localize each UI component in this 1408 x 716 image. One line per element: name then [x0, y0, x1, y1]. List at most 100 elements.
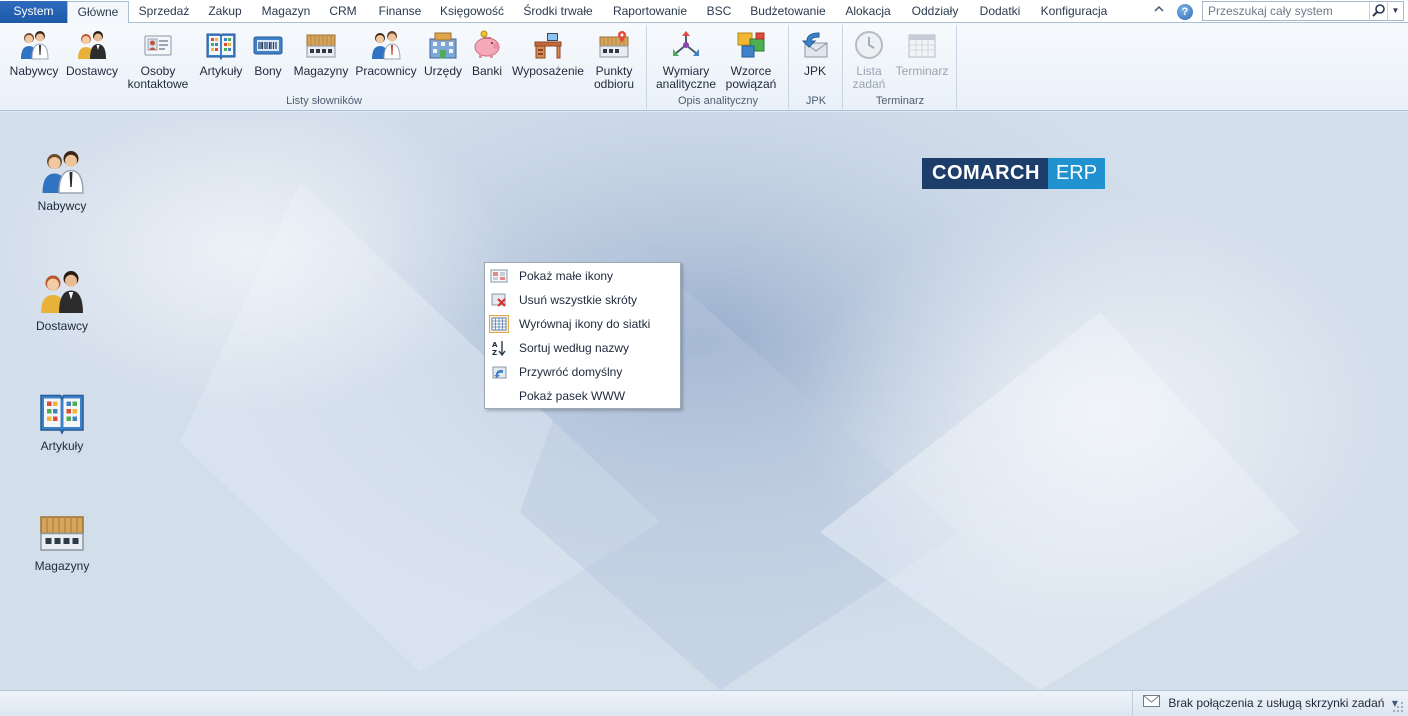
- menu-item-pokaz-pasek-www[interactable]: Pokaż pasek WWW: [485, 384, 680, 408]
- menu-item-przywroc-domyslny[interactable]: Przywróć domyślny: [485, 360, 680, 384]
- ribbon-button-label: Wymiary analityczne: [655, 64, 717, 91]
- tab-raportowanie[interactable]: Raportowanie: [605, 1, 695, 23]
- search-dropdown-button[interactable]: ▼: [1387, 2, 1403, 20]
- delete-shortcuts-icon: [490, 292, 508, 308]
- tab-bsc[interactable]: BSC: [699, 1, 739, 23]
- warehouse-icon: [38, 508, 86, 556]
- ribbon-button-punkty-odbioru[interactable]: Punkty odbioru: [588, 27, 640, 97]
- svg-text:Z: Z: [492, 349, 497, 356]
- tab-glowne[interactable]: Główne: [67, 1, 129, 24]
- ribbon-button-label: Artykuły: [199, 64, 243, 78]
- ribbon-button-label: Terminarz: [895, 64, 949, 78]
- tab-crm[interactable]: CRM: [321, 1, 365, 23]
- restore-icon: [490, 364, 508, 380]
- ribbon-button-urzedy[interactable]: Urzędy: [420, 27, 466, 97]
- ribbon-button-dostawcy[interactable]: Dostawcy: [64, 27, 120, 97]
- group-label-opis-analityczny: Opis analityczny: [677, 95, 759, 107]
- ribbon-button-label: Lista zadań: [852, 64, 886, 91]
- magnifier-icon[interactable]: [1369, 2, 1387, 20]
- resize-grip-icon[interactable]: [1392, 701, 1404, 713]
- tab-alokacja[interactable]: Alokacja: [837, 1, 899, 23]
- menu-item-label: Wyrównaj ikony do siatki: [519, 317, 651, 331]
- ribbon-button-label: JPK: [803, 64, 826, 78]
- ribbon-button-osoby-kontaktowe[interactable]: Osoby kontaktowe: [124, 27, 192, 97]
- people-icon: [370, 29, 402, 61]
- people-icon: [38, 268, 86, 316]
- tab-srodki-trwale[interactable]: Środki trwałe: [515, 1, 601, 23]
- ribbon-button-wzorce-powiazan[interactable]: Wzorce powiązań: [722, 27, 780, 97]
- ribbon-button-bony[interactable]: Bony: [248, 27, 288, 97]
- chevron-up-icon[interactable]: [1151, 3, 1167, 19]
- menu-item-pokaz-male-ikony[interactable]: Pokaż małe ikony: [485, 264, 680, 288]
- voucher-icon: [252, 29, 284, 61]
- ribbon-button-label: Pracownicy: [355, 64, 417, 78]
- desktop-background: [0, 112, 1408, 690]
- ribbon-button-label: Urzędy: [423, 64, 462, 78]
- book-icon: [205, 29, 237, 61]
- patterns-icon: [735, 29, 767, 61]
- ribbon-button-wymiary-analityczne[interactable]: Wymiary analityczne: [652, 27, 720, 97]
- tab-system[interactable]: System: [0, 1, 67, 23]
- ribbon-button-label: Wzorce powiązań: [725, 64, 777, 91]
- menu-item-label: Pokaż małe ikony: [519, 269, 614, 283]
- menu-item-usun-wszystkie-skroty[interactable]: Usuń wszystkie skróty: [485, 288, 680, 312]
- tab-ksiegowosc[interactable]: Księgowość: [435, 1, 509, 23]
- search-input[interactable]: [1203, 2, 1369, 20]
- tab-konfiguracja[interactable]: Konfiguracja: [1033, 1, 1115, 23]
- desktop-shortcut-magazyny[interactable]: Magazyny: [17, 508, 107, 573]
- ribbon-button-label: Bony: [254, 64, 282, 78]
- svg-text:A: A: [492, 341, 498, 349]
- book-icon: [38, 388, 86, 436]
- desktop-shortcut-label: Artykuły: [40, 439, 84, 453]
- ribbon-button-label: Nabywcy: [9, 64, 59, 78]
- tab-dodatki[interactable]: Dodatki: [971, 1, 1029, 23]
- ribbon-button-banki[interactable]: Banki: [468, 27, 506, 97]
- tab-finanse[interactable]: Finanse: [367, 1, 433, 23]
- help-icon[interactable]: ?: [1177, 4, 1193, 20]
- envelope-icon: [1143, 691, 1160, 716]
- jpk-icon: [799, 29, 831, 61]
- status-bar: Brak połączenia z usługą skrzynki zadań …: [0, 690, 1408, 716]
- task-inbox-status[interactable]: Brak połączenia z usługą skrzynki zadań …: [1132, 691, 1398, 716]
- tab-zakup[interactable]: Zakup: [199, 1, 251, 23]
- menu-item-label: Sortuj według nazwy: [519, 341, 630, 355]
- ribbon-button-label: Punkty odbioru: [593, 64, 635, 91]
- ribbon-button-jpk[interactable]: JPK: [794, 27, 836, 97]
- contact-card-icon: [142, 29, 174, 61]
- comarch-erp-logo: COMARCH ERP: [922, 158, 1106, 189]
- context-menu: Pokaż małe ikony Usuń wszystkie skróty W…: [484, 262, 681, 409]
- people-icon: [76, 29, 108, 61]
- ribbon-button-label: Wyposażenie: [512, 64, 584, 78]
- tab-budzetowanie[interactable]: Budżetowanie: [743, 1, 833, 23]
- small-icons-icon: [490, 268, 508, 284]
- menu-item-label: Pokaż pasek WWW: [519, 389, 626, 403]
- logo-text-comarch: COMARCH: [922, 158, 1048, 189]
- people-icon: [18, 29, 50, 61]
- ribbon-button-terminarz[interactable]: Terminarz: [894, 27, 950, 97]
- ribbon-button-nabywcy[interactable]: Nabywcy: [8, 27, 60, 97]
- tab-sprzedaz[interactable]: Sprzedaż: [131, 1, 197, 23]
- ribbon-button-magazyny[interactable]: Magazyny: [292, 27, 350, 97]
- group-separator: [788, 25, 789, 109]
- grid-icon: [489, 315, 509, 333]
- ribbon-button-lista-zadan[interactable]: Lista zadań: [846, 27, 892, 97]
- menu-item-label: Przywróć domyślny: [519, 365, 623, 379]
- group-label-terminarz: Terminarz: [875, 95, 925, 107]
- clock-icon: [853, 29, 885, 61]
- ribbon-button-artykuly[interactable]: Artykuły: [196, 27, 246, 97]
- desktop-area[interactable]: Nabywcy Dostawcy Artykuły Magazyny COMAR…: [0, 112, 1408, 690]
- desktop-shortcut-nabywcy[interactable]: Nabywcy: [17, 148, 107, 213]
- menu-item-wyrownaj-ikony[interactable]: Wyrównaj ikony do siatki: [485, 312, 680, 336]
- ribbon-button-pracownicy[interactable]: Pracownicy: [354, 27, 418, 97]
- sort-az-icon: A Z: [490, 340, 508, 357]
- desktop-shortcut-dostawcy[interactable]: Dostawcy: [17, 268, 107, 333]
- ribbon-button-label: Osoby kontaktowe: [127, 64, 189, 91]
- tab-oddzialy[interactable]: Oddziały: [903, 1, 967, 23]
- people-icon: [38, 148, 86, 196]
- menu-item-sortuj-wedlug-nazwy[interactable]: A Z Sortuj według nazwy: [485, 336, 680, 360]
- desktop-shortcut-artykuly[interactable]: Artykuły: [17, 388, 107, 453]
- warehouse-icon: [305, 29, 337, 61]
- ribbon-button-wyposazenie[interactable]: Wyposażenie: [510, 27, 586, 97]
- calendar-icon: [906, 29, 938, 61]
- tab-magazyn[interactable]: Magazyn: [253, 1, 319, 23]
